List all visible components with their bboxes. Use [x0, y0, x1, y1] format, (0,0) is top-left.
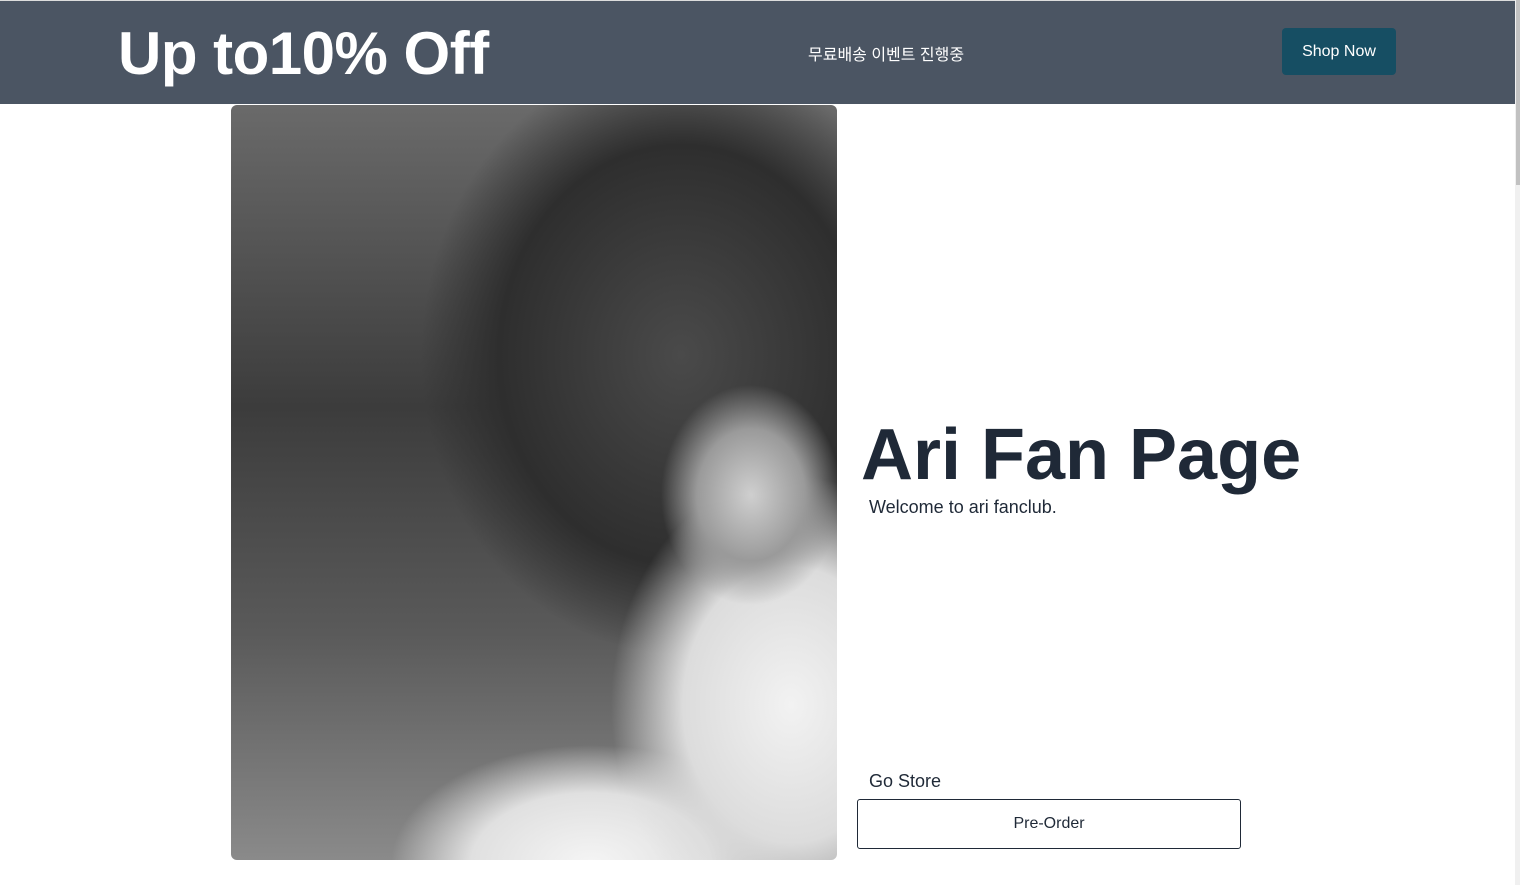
page-title: Ari Fan Page [861, 415, 1302, 495]
promo-banner: Up to10% Off 무료배송 이벤트 진행중 Shop Now [0, 0, 1515, 104]
pre-order-button[interactable]: Pre-Order [857, 799, 1241, 849]
scrollbar-thumb[interactable] [1516, 0, 1520, 185]
hero-photo [231, 105, 837, 860]
shop-now-button[interactable]: Shop Now [1282, 28, 1396, 75]
promo-headline: Up to10% Off [118, 20, 489, 87]
go-store-label: Go Store [869, 771, 942, 791]
event-text: 무료배송 이벤트 진행중 [808, 47, 965, 64]
welcome-text: Welcome to ari fanclub. [869, 497, 1057, 517]
